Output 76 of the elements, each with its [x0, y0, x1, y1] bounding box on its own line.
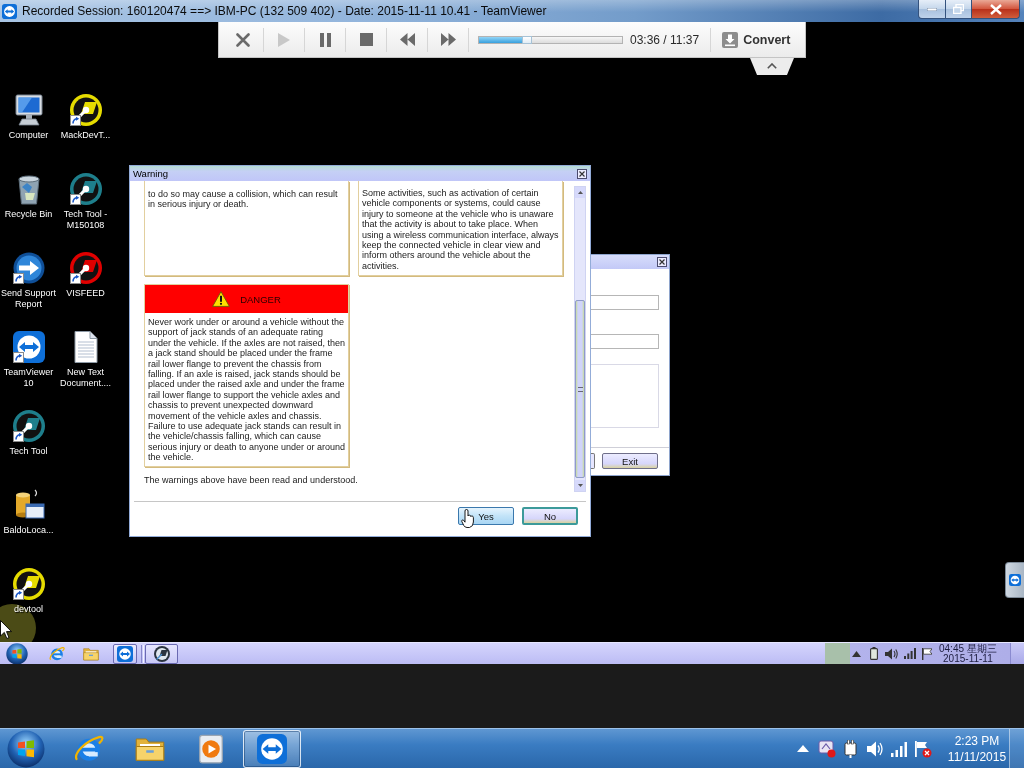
- window-button[interactable]: Exit: [602, 453, 658, 469]
- window-title: Recorded Session: 160120474 ==> IBM-PC (132 509 402) - Date: 2015-11-11 10.41 - TeamViewer: [22, 4, 547, 18]
- signal-icon[interactable]: [890, 739, 908, 758]
- clock-date: 2015-11-11: [943, 653, 993, 664]
- double-arrow-icon: [1009, 574, 1021, 586]
- minimize-icon: [927, 7, 937, 11]
- icon-label[interactable]: Computer: [8, 130, 49, 141]
- clock-time: 2:23 PM: [954, 732, 1000, 749]
- panel-text: to do so may cause a collision, which can result in serious injury or death.: [148, 189, 339, 210]
- icon-label[interactable]: BaldoLoca...: [3, 525, 54, 536]
- icon-label[interactable]: Recycle Bin: [4, 209, 53, 220]
- icon-label[interactable]: Tech Tool: [9, 446, 48, 457]
- computer-icon[interactable]: [12, 94, 45, 126]
- rewind-icon: [399, 33, 415, 46]
- icon-label[interactable]: TeamViewer 10: [0, 367, 57, 389]
- double-arrow-icon: [2, 3, 17, 19]
- icon-label[interactable]: Tech Tool - M150108: [57, 209, 114, 231]
- fast-forward-icon: [440, 33, 456, 46]
- clock-date: 11/11/2015: [947, 748, 1007, 765]
- speaker-icon[interactable]: [885, 647, 898, 660]
- windows-logo-icon[interactable]: [6, 642, 28, 665]
- slider-thumb[interactable]: [522, 35, 533, 44]
- convert-button[interactable]: Convert: [720, 26, 793, 53]
- acknowledgement-text: The warnings above have been read and understood.: [144, 474, 358, 486]
- download-icon: [722, 31, 739, 48]
- caret-up-icon[interactable]: [797, 745, 809, 752]
- danger-heading: DANGER: [240, 293, 281, 305]
- battery-icon[interactable]: [870, 647, 878, 660]
- icon-label[interactable]: MackDevT...: [60, 130, 111, 141]
- panel-text: Never work under or around a vehicle without the support of jack stands of an adequate rating under the vehicle. If the axles are not raised, then a jack stand should be placed under the frame rail lower flange to prevent the chassis from falling. If an axle is raised, jack stands should be placed under the raised axle and under the frame rail lower flange to support the vehicle axles and chassis to prevent unexpected downward movement of the vehicle axles and chassis. Failure to use adequate jack stands can result in the vehicle/chassis falling, which can cause serious injury or death to anyone under or around the vehicle.: [148, 317, 346, 463]
- signal-icon[interactable]: [904, 648, 916, 659]
- flag-icon[interactable]: [922, 647, 932, 660]
- hand-pointer-icon: [461, 509, 474, 528]
- icon-label[interactable]: devtool: [14, 604, 43, 615]
- dialog-button[interactable]: No: [522, 507, 578, 525]
- caret-down-icon: [577, 484, 583, 487]
- dialog-title: Warning: [133, 168, 169, 179]
- play-icon: [278, 32, 290, 47]
- close-icon: [579, 170, 585, 177]
- stop-icon: [359, 33, 373, 46]
- collapse-button[interactable]: [750, 58, 794, 75]
- caret-up-icon[interactable]: [852, 650, 861, 657]
- scrollbar-thumb[interactable]: [575, 300, 585, 478]
- monitor-badge-icon[interactable]: [818, 739, 836, 758]
- text-field[interactable]: [591, 295, 659, 310]
- flag-icon[interactable]: [914, 739, 932, 758]
- text-field[interactable]: [591, 334, 659, 349]
- side-panel-tab[interactable]: [1005, 562, 1024, 598]
- browser-icon[interactable]: [74, 733, 104, 764]
- plug-icon[interactable]: [842, 739, 860, 758]
- close-icon: [659, 259, 665, 265]
- scroll-down-button[interactable]: [575, 480, 585, 491]
- close-icon: [236, 32, 250, 47]
- close-icon: [989, 3, 1002, 15]
- restore-icon: [953, 4, 964, 14]
- close-button[interactable]: [657, 257, 667, 267]
- speaker-icon[interactable]: [866, 739, 884, 758]
- icon-label[interactable]: Send Support Report: [0, 288, 57, 310]
- clock-time: 04:45 星期三: [939, 643, 997, 654]
- caret-up-icon: [767, 62, 777, 69]
- progress-slider[interactable]: [478, 35, 623, 44]
- wrench-laptop-icon[interactable]: [153, 645, 170, 662]
- panel-text: Some activities, such as activation of certain vehicle components or systems, could cause injury to someone at the vehicle who is unaware that the activity is about to take place. When using a wireless communication interface, always keep the connected vehicle in clear view and inform others around the vehicle about the activities.: [362, 188, 560, 272]
- icon-label[interactable]: New Text Document....: [57, 367, 114, 389]
- restore-button[interactable]: [946, 0, 972, 19]
- playback-time: 03:36 / 11:37: [630, 32, 700, 47]
- windows-logo-icon[interactable]: [7, 729, 45, 768]
- caret-up-icon: [577, 191, 583, 194]
- close-button[interactable]: [577, 168, 587, 179]
- scroll-up-button[interactable]: [575, 187, 585, 198]
- taskbar-button[interactable]: [145, 643, 178, 664]
- minimize-button[interactable]: [918, 0, 946, 19]
- pause-icon: [319, 32, 331, 47]
- icon-label[interactable]: VISFEED: [66, 288, 105, 299]
- close-button[interactable]: [972, 0, 1020, 19]
- warning-icon: [212, 291, 231, 307]
